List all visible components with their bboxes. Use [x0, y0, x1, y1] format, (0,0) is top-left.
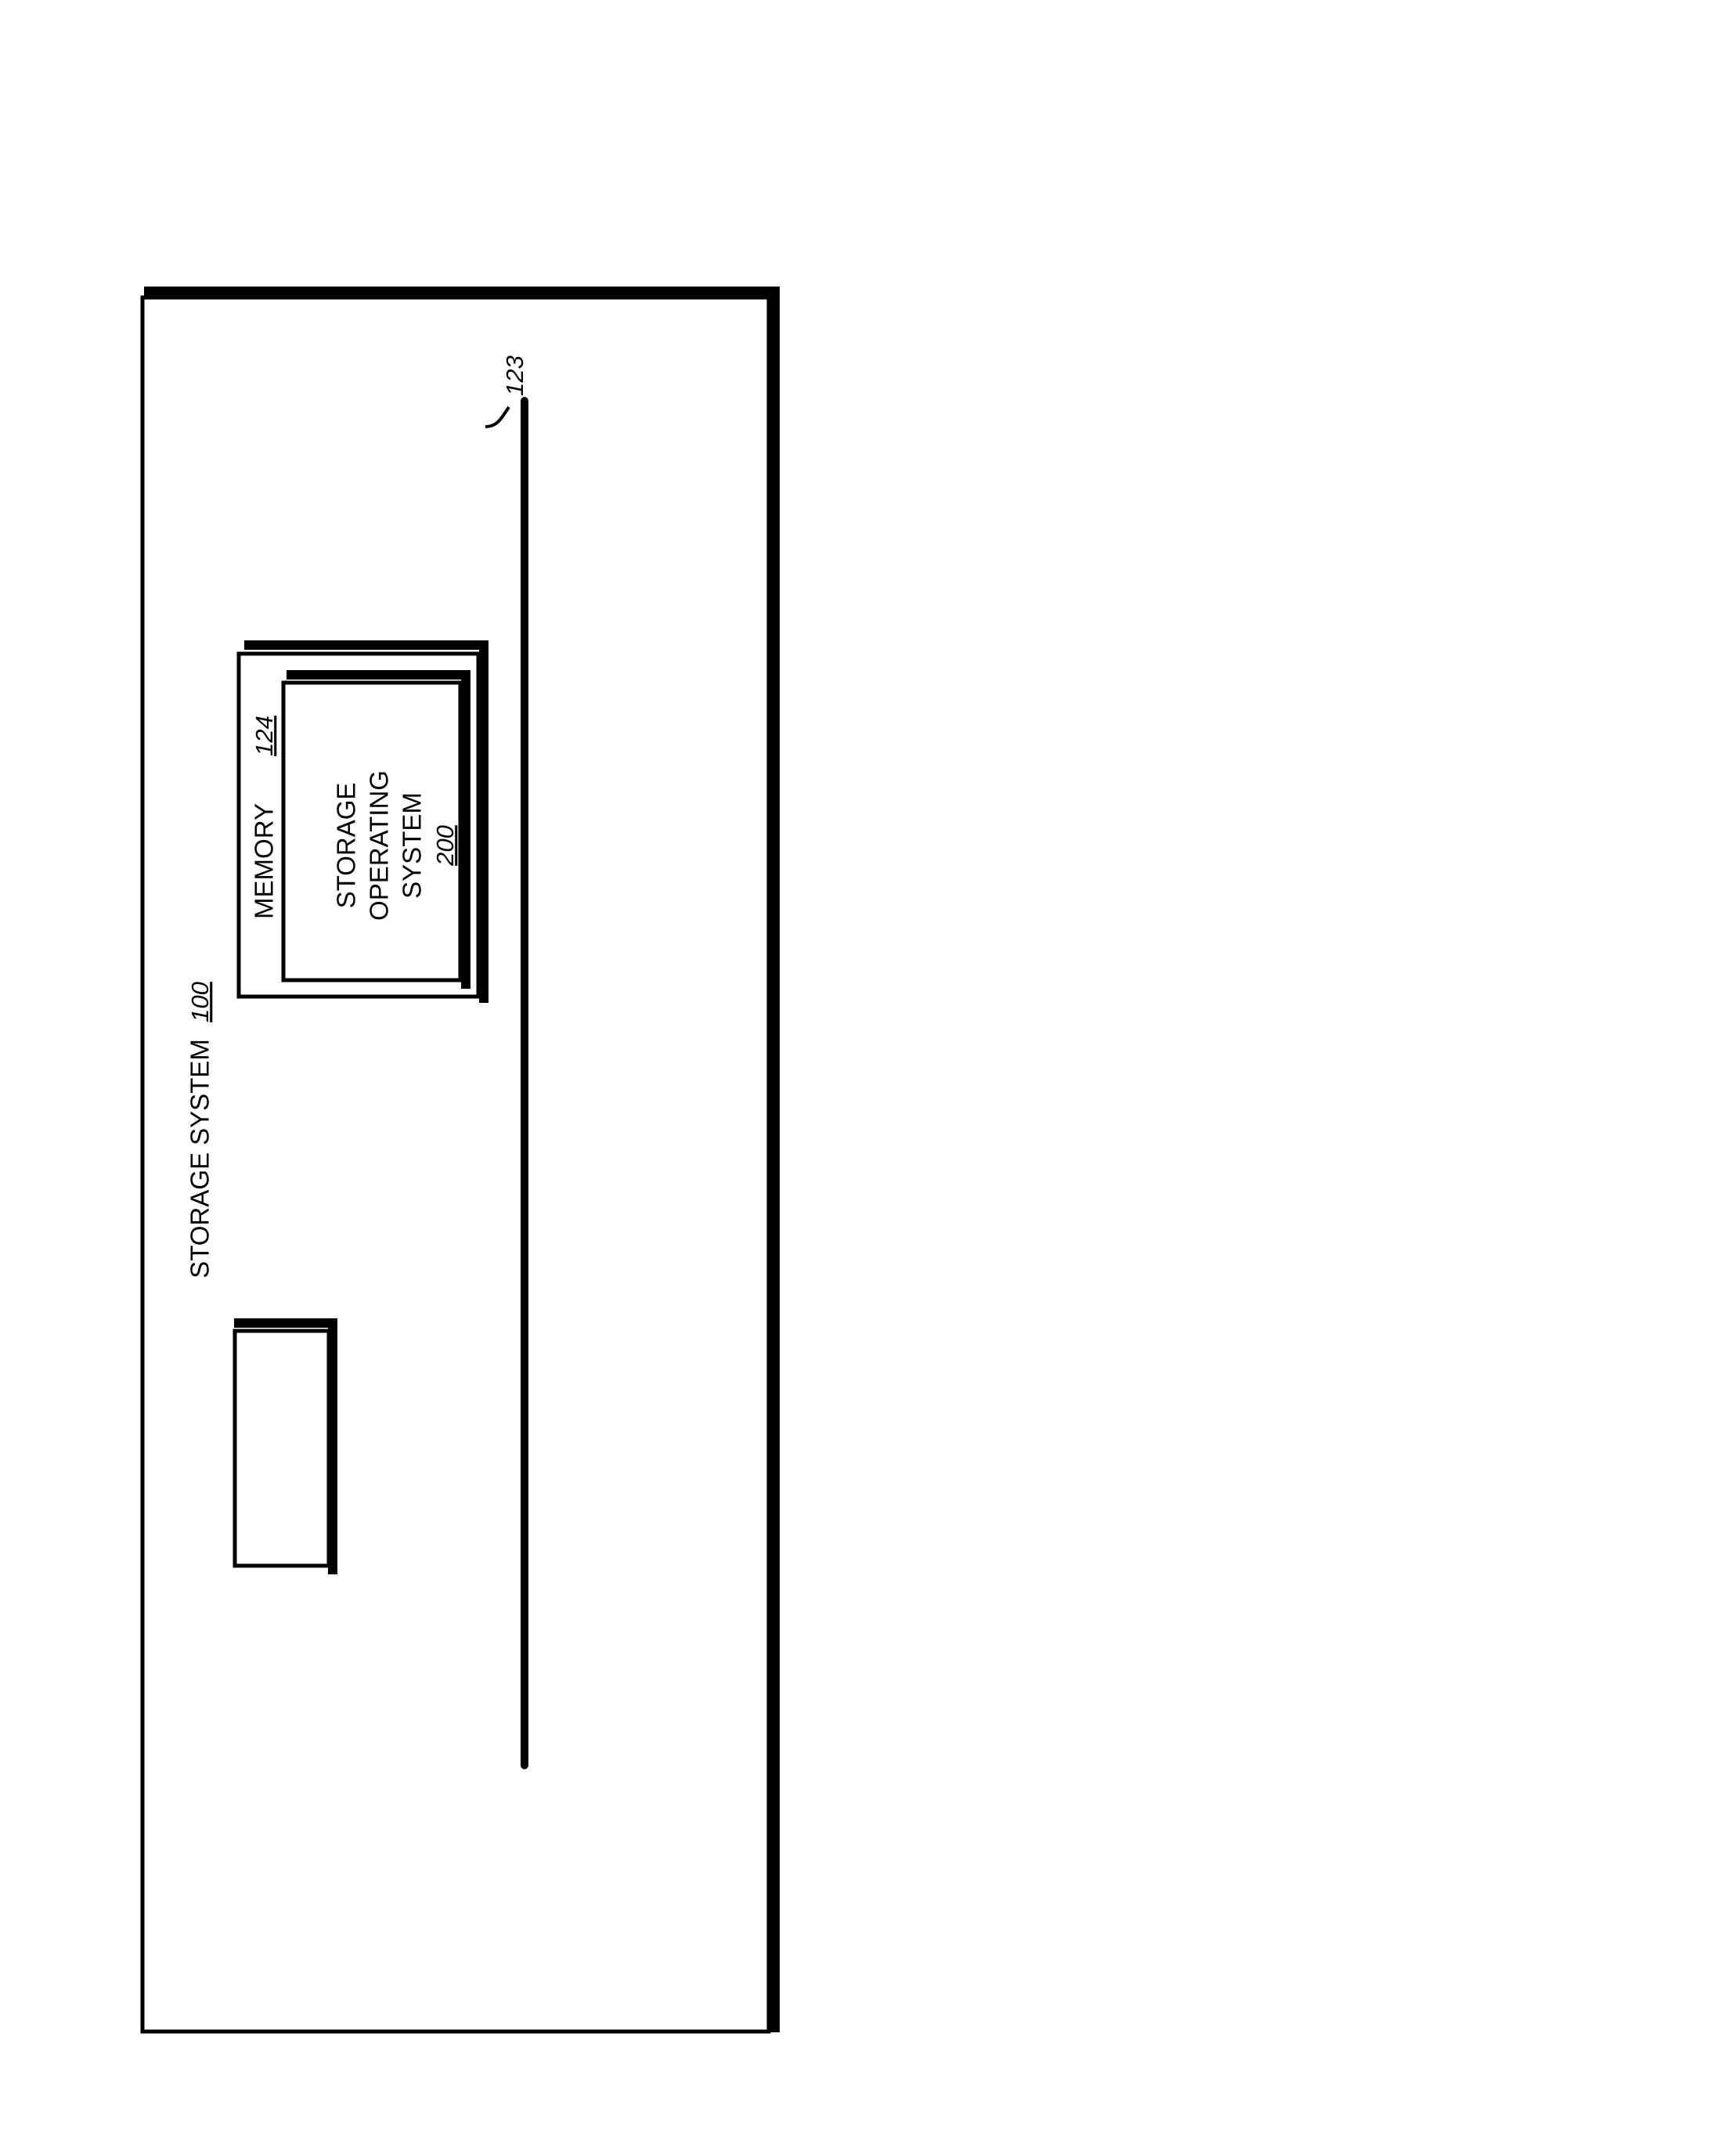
storage-os-line-3: SYSTEM: [398, 792, 427, 899]
bus-ref: 123: [501, 355, 528, 396]
storage-os-ref: 200: [431, 825, 459, 867]
memory-title: MEMORY: [250, 803, 279, 919]
storage-os-line-2: OPERATING: [365, 770, 394, 921]
memory-box[interactable]: MEMORY 124 STORAGE OPERATING SYSTEM 200: [236, 640, 488, 1003]
storage-system-ref: 100: [186, 982, 214, 1022]
storage-network-diagram: STORAGE SYSTEM 100 MEMORY 124 STORAGE OP…: [140, 287, 780, 2034]
storage-system-title: STORAGE SYSTEM: [186, 1039, 214, 1278]
processor-box[interactable]: [233, 1318, 337, 1574]
storage-os-line-1: STORAGE: [332, 783, 361, 909]
memory-ref: 124: [251, 716, 278, 756]
storage-system: STORAGE SYSTEM 100 MEMORY 124 STORAGE OP…: [140, 287, 780, 2034]
storage-os-box[interactable]: STORAGE OPERATING SYSTEM 200: [281, 670, 470, 989]
